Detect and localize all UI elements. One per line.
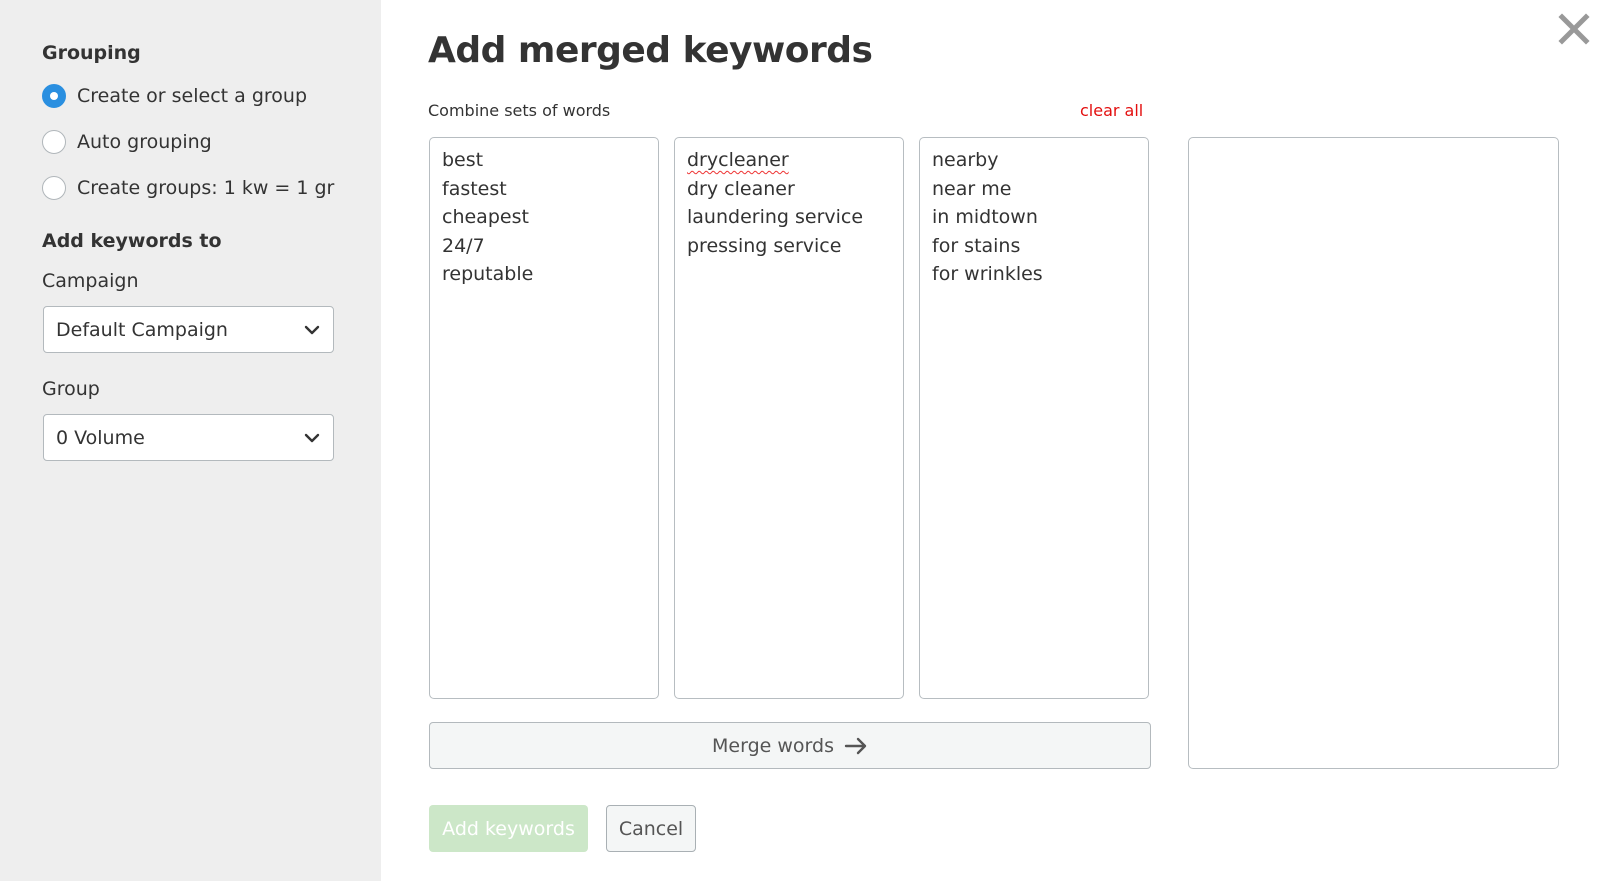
cancel-label: Cancel: [618, 817, 684, 840]
word-line: pressing service: [687, 234, 842, 257]
word-set-2-textarea[interactable]: drycleaner dry cleaner laundering servic…: [674, 137, 904, 699]
word-line: best: [442, 149, 484, 171]
merged-keywords-result-textarea[interactable]: [1188, 137, 1559, 769]
word-line: reputable: [442, 263, 534, 285]
radio-label: Auto grouping: [77, 131, 212, 153]
grouping-heading: Grouping: [42, 42, 141, 64]
cancel-button[interactable]: Cancel: [606, 805, 696, 852]
merge-words-label: Merge words: [712, 734, 834, 757]
merge-words-button[interactable]: Merge words: [429, 722, 1151, 769]
group-select-value: 0 Volume: [56, 426, 145, 449]
radio-unchecked-icon[interactable]: [42, 130, 66, 154]
campaign-select[interactable]: Default Campaign: [43, 306, 334, 353]
radio-auto-grouping[interactable]: Auto grouping: [42, 130, 212, 154]
add-keywords-to-heading: Add keywords to: [42, 230, 222, 252]
word-line: in midtown: [932, 206, 1038, 228]
word-line: dry cleaner: [687, 177, 795, 200]
radio-create-or-select-group[interactable]: Create or select a group: [42, 84, 307, 108]
radio-unchecked-icon[interactable]: [42, 176, 66, 200]
word-line: for wrinkles: [932, 263, 1043, 285]
misspelled-word: drycleaner: [687, 149, 789, 171]
campaign-label: Campaign: [42, 270, 139, 292]
radio-checked-icon[interactable]: [42, 84, 66, 108]
campaign-select-value: Default Campaign: [56, 318, 228, 341]
combine-sets-label: Combine sets of words: [428, 101, 611, 120]
chevron-down-icon: [304, 433, 320, 442]
word-line: for stains: [932, 234, 1021, 257]
group-label: Group: [42, 378, 100, 400]
clear-all-link[interactable]: clear all: [1080, 101, 1143, 120]
word-line: cheapest: [442, 206, 529, 228]
word-line: laundering service: [687, 206, 864, 228]
word-set-1-textarea[interactable]: best fastest cheapest 24/7 reputable: [429, 137, 659, 699]
dialog-title: Add merged keywords: [428, 30, 873, 71]
close-icon[interactable]: [1557, 12, 1591, 46]
add-keywords-label: Add keywords: [442, 817, 575, 840]
radio-label: Create groups: 1 kw = 1 gr: [77, 177, 335, 199]
radio-one-kw-one-group[interactable]: Create groups: 1 kw = 1 gr: [42, 176, 334, 200]
chevron-down-icon: [304, 325, 320, 334]
word-line: fastest: [442, 177, 507, 200]
group-select[interactable]: 0 Volume: [43, 414, 334, 461]
word-line: 24/7: [442, 234, 485, 257]
radio-label: Create or select a group: [77, 85, 308, 107]
sidebar: Grouping Create or select a group Auto g…: [0, 0, 381, 881]
word-line: near me: [932, 177, 1012, 200]
word-set-3-textarea[interactable]: nearby near me in midtown for stains for…: [919, 137, 1149, 699]
add-keywords-button[interactable]: Add keywords: [429, 805, 588, 852]
arrow-right-icon: [844, 737, 867, 754]
word-line: nearby: [932, 149, 999, 171]
